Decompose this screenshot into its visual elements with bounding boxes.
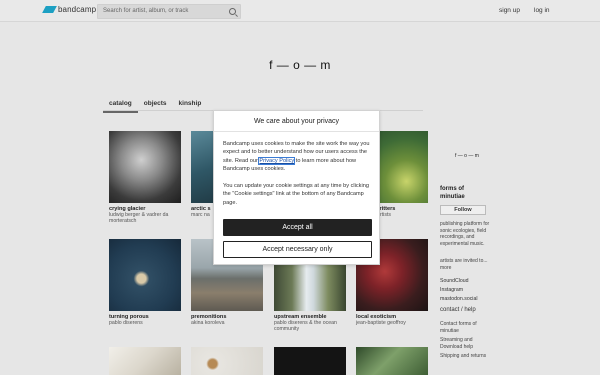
accept-all-button[interactable]: Accept all [223,219,372,236]
instagram-link[interactable]: Instagram [440,286,478,295]
album-art[interactable] [109,347,181,375]
more-link[interactable]: more [440,265,451,271]
bandcamp-logo[interactable]: bandcamp [42,5,97,14]
mastodon-link[interactable]: mastodon.social [440,295,478,304]
album-artist[interactable]: rtists [380,212,428,218]
album-artist[interactable]: pablo diserens & the ocean community [274,320,346,332]
top-bar: bandcamp Search for artist, album, or tr… [0,0,600,22]
cookie-policy-text: Bandcamp uses cookies to make the site w… [223,140,373,174]
contact-links: Contact forms of minutiae Streaming and … [440,321,496,363]
follow-button[interactable]: Follow [440,205,486,215]
label-description: publishing platform for sonic ecologies,… [440,221,490,247]
cookie-consent-dialog: We care about your privacy Bandcamp uses… [213,110,380,265]
dialog-title: We care about your privacy [214,111,379,132]
album-item[interactable] [356,347,428,375]
album-item[interactable] [191,347,263,375]
album-item[interactable]: crying glacier ludwig berger & vadrer da… [109,131,181,224]
shipping-link[interactable]: Shipping and returns [440,353,496,360]
album-item[interactable]: turning porous pablo diserens [109,239,181,326]
bandcamp-logo-icon [42,6,57,13]
label-logo: f — o — m [455,153,479,159]
search-icon[interactable] [229,8,236,15]
streaming-help-link[interactable]: Streaming and Download help [440,337,496,350]
logo-text: bandcamp [58,5,97,14]
contact-heading: contact / help [440,307,476,313]
album-art[interactable] [191,347,263,375]
album-art[interactable] [109,131,181,203]
social-links: SoundCloud Instagram mastodon.social [440,277,478,304]
accept-necessary-button[interactable]: Accept necessary only [223,241,372,258]
search-input[interactable]: Search for artist, album, or track [97,4,241,19]
signup-link[interactable]: sign up [499,7,520,14]
album-art[interactable] [356,347,428,375]
album-artist[interactable]: jean-baptiste geoffroy [356,320,428,326]
label-name: forms of minutiae [440,186,465,200]
album-art[interactable] [109,239,181,311]
login-link[interactable]: log in [534,7,550,14]
band-title: f — o — m [269,58,331,72]
invite-text-body: artists are invited to... [440,258,488,264]
album-item[interactable] [274,347,346,375]
album-artist[interactable]: pablo diserens [109,320,181,326]
contact-link[interactable]: Contact forms of minutiae [440,321,496,334]
album-artist[interactable]: ludwig berger & vadrer da morteratsch [109,212,181,224]
search-placeholder: Search for artist, album, or track [103,8,189,14]
album-item[interactable] [109,347,181,375]
invite-text: artists are invited to... more [440,258,496,271]
cookie-settings-text: You can update your cookie settings at a… [223,183,369,206]
album-artist[interactable]: akina koroleva [191,320,263,326]
soundcloud-link[interactable]: SoundCloud [440,277,478,286]
album-art[interactable] [274,347,346,375]
privacy-policy-link[interactable]: Privacy Policy [258,156,296,165]
